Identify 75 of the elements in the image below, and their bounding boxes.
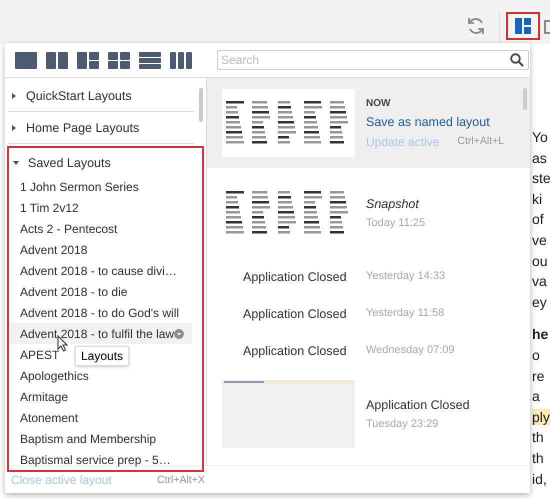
layout-item[interactable]: Advent 2018 - to cause divi… xyxy=(9,260,185,281)
layout-preset-button[interactable] xyxy=(139,52,161,68)
tree-group[interactable]: Saved Layouts xyxy=(9,149,199,176)
document-text: he xyxy=(532,326,550,342)
refresh-icon xyxy=(466,16,486,36)
scrollbar[interactable] xyxy=(199,88,203,122)
document-text: ki xyxy=(532,190,544,207)
rows-layout-icon xyxy=(139,52,161,68)
layout-item[interactable]: Armitage xyxy=(9,386,76,407)
layout-item[interactable]: Advent 2018 - to do God's will xyxy=(9,302,188,323)
collapsed-caret-icon xyxy=(11,92,17,98)
layout-item[interactable]: Atonement xyxy=(9,407,86,428)
layout-preset-button[interactable] xyxy=(170,52,192,68)
layout-item[interactable]: Acts 2 - Pentecost xyxy=(9,218,126,239)
document-text: ply xyxy=(532,408,550,425)
scrollbar[interactable] xyxy=(523,88,527,110)
layout-item[interactable]: Baptism and Membership xyxy=(9,428,164,449)
document-text: th xyxy=(532,429,545,446)
layout-thumbnail[interactable] xyxy=(222,89,355,157)
time-text: Wednesday 07:09 xyxy=(366,344,454,358)
layout-item[interactable]: Advent 2018 - to die xyxy=(9,281,136,302)
document-text: re xyxy=(532,368,546,384)
history-title: Application Closed xyxy=(243,306,348,320)
layout-preset-button[interactable] xyxy=(108,52,130,68)
layout-item[interactable]: APEST xyxy=(9,344,68,365)
tooltip: Layouts xyxy=(75,346,130,366)
snapshot-title: Snapshot xyxy=(366,197,420,211)
document-text: ou xyxy=(532,252,549,269)
document-text: Yo xyxy=(532,129,549,145)
layout-preset-button[interactable] xyxy=(15,52,37,68)
document-text: of xyxy=(532,211,545,228)
shortcut-text: Ctrl+Alt+X xyxy=(157,474,205,486)
tree-group[interactable]: Home Page Layouts xyxy=(5,114,195,141)
document-text: va xyxy=(532,273,548,290)
history-title: Application Closed xyxy=(366,398,470,412)
document-text: as xyxy=(532,150,548,166)
document-text: ste xyxy=(532,170,550,186)
expanded-caret-icon xyxy=(13,160,19,166)
document-text: ve xyxy=(532,232,548,248)
history-title: Application Closed xyxy=(243,270,348,284)
history-title: Application Closed xyxy=(243,344,348,358)
layout-thumbnail[interactable] xyxy=(222,380,355,448)
shortcut-text: Ctrl+Alt+L xyxy=(457,134,504,148)
layout-item[interactable]: Advent 2018 xyxy=(9,239,96,260)
document-text: id, xyxy=(532,470,548,486)
time-text: Today 11:25 xyxy=(366,217,426,229)
document-text: th xyxy=(532,450,545,466)
layout-preset-button[interactable] xyxy=(77,52,99,68)
layouts-button[interactable] xyxy=(506,12,540,40)
dropdown-icon[interactable] xyxy=(174,326,184,340)
layout-item[interactable]: Apologethics xyxy=(9,365,97,386)
layout-item[interactable]: Baptismal service prep - 5… xyxy=(9,449,179,470)
layout-icon xyxy=(515,18,531,34)
layout-item[interactable]: 1 Tim 2v12 xyxy=(9,197,87,218)
layout-preset-button[interactable] xyxy=(46,52,68,68)
search-field[interactable]: Search xyxy=(217,50,529,70)
time-text: Yesterday 11:58 xyxy=(366,306,444,320)
layout-item[interactable]: 1 John Sermon Series xyxy=(9,176,147,197)
layout-item[interactable]: Advent 2018 - to fulfil the law xyxy=(9,323,192,344)
two-columns-layout-icon xyxy=(46,52,68,68)
document-text: a xyxy=(532,388,541,404)
document-text: o xyxy=(532,346,541,363)
three-columns-layout-icon xyxy=(170,52,192,68)
single-layout-icon xyxy=(15,52,37,68)
time-text: Yesterday 14:33 xyxy=(366,270,446,284)
copy-icon[interactable] xyxy=(544,19,550,35)
collapsed-caret-icon xyxy=(11,124,17,130)
column-and-two-panes-layout-icon xyxy=(77,52,99,68)
time-text: Tuesday 23:29 xyxy=(366,418,440,430)
grid-layout-icon xyxy=(108,52,130,68)
now-label: NOW xyxy=(366,98,392,108)
tree-group[interactable]: QuickStart Layouts xyxy=(5,82,195,109)
search-icon xyxy=(510,53,524,67)
save-layout-link[interactable]: Save as named layout xyxy=(366,114,504,128)
document-text: ey xyxy=(532,294,548,310)
